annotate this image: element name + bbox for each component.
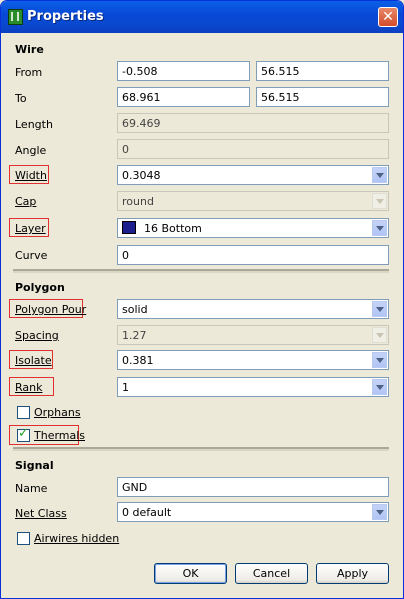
rank-label: Rank bbox=[15, 381, 42, 394]
wire-section-title: Wire bbox=[15, 43, 44, 56]
curve-label: Curve bbox=[15, 249, 48, 262]
angle-field: 0 bbox=[117, 139, 389, 159]
separator bbox=[13, 269, 389, 273]
name-label: Name bbox=[15, 482, 48, 495]
isolate-label-text: Isolate bbox=[15, 354, 52, 367]
name-input[interactable]: GND bbox=[117, 477, 389, 497]
chevron-down-icon[interactable] bbox=[372, 352, 387, 368]
polygon-section-title: Polygon bbox=[15, 281, 65, 294]
spacing-value: 1.27 bbox=[122, 329, 147, 342]
airwires-hidden-label-text: Airwires hidden bbox=[34, 532, 120, 545]
chevron-down-icon[interactable] bbox=[372, 504, 387, 520]
spacing-label: Spacing bbox=[15, 329, 59, 342]
chevron-down-icon[interactable] bbox=[372, 301, 387, 317]
cancel-button[interactable]: Cancel bbox=[235, 563, 308, 584]
layer-combo[interactable]: 16 Bottom bbox=[117, 218, 389, 238]
to-label: To bbox=[15, 92, 27, 105]
netclass-label: Net Class bbox=[15, 507, 67, 520]
window-title: Properties bbox=[27, 9, 104, 24]
isolate-value: 0.381 bbox=[122, 354, 154, 367]
width-label-text: Width bbox=[15, 169, 47, 182]
layer-label: Layer bbox=[15, 222, 46, 235]
angle-label: Angle bbox=[15, 144, 47, 157]
isolate-combo[interactable]: 0.381 bbox=[117, 350, 389, 370]
cap-combo: round bbox=[117, 191, 389, 211]
checkmark-icon: ✓ bbox=[18, 426, 29, 441]
polygon-pour-combo[interactable]: solid bbox=[117, 299, 389, 319]
thermals-label: Thermals bbox=[34, 429, 85, 442]
to-x-input[interactable]: 68.961 bbox=[117, 87, 250, 107]
chevron-down-icon[interactable] bbox=[372, 167, 387, 183]
width-combo[interactable]: 0.3048 bbox=[117, 165, 389, 185]
cap-label-text: Cap bbox=[15, 195, 37, 208]
width-label: Width bbox=[15, 169, 47, 182]
signal-section-title: Signal bbox=[15, 459, 54, 472]
polygon-pour-label-text: Polygon Pour bbox=[15, 303, 87, 316]
netclass-label-text: Net Class bbox=[15, 507, 67, 520]
close-button[interactable]: ✕ bbox=[378, 7, 398, 27]
curve-input[interactable]: 0 bbox=[117, 245, 389, 265]
length-field: 69.469 bbox=[117, 113, 389, 133]
orphans-checkbox[interactable] bbox=[17, 406, 30, 419]
thermals-label-text: Thermals bbox=[34, 429, 86, 442]
chevron-down-icon bbox=[372, 193, 387, 209]
chevron-down-icon bbox=[372, 327, 387, 343]
spacing-combo: 1.27 bbox=[117, 325, 389, 345]
netclass-combo[interactable]: 0 default bbox=[117, 502, 389, 522]
ok-button[interactable]: OK bbox=[154, 563, 227, 584]
length-label: Length bbox=[15, 118, 53, 131]
cap-label: Cap bbox=[15, 195, 36, 208]
to-y-input[interactable]: 56.515 bbox=[256, 87, 389, 107]
properties-dialog: Properties ✕ Wire From -0.508 56.515 To … bbox=[0, 0, 404, 599]
polygon-pour-value: solid bbox=[122, 303, 148, 316]
isolate-label: Isolate bbox=[15, 354, 52, 367]
app-icon bbox=[8, 9, 23, 25]
rank-label-text: Rank bbox=[15, 381, 43, 394]
orphans-label: Orphans bbox=[34, 406, 81, 419]
width-value: 0.3048 bbox=[122, 169, 161, 182]
from-label: From bbox=[15, 66, 43, 79]
orphans-label-text: Orphans bbox=[34, 406, 81, 419]
rank-combo[interactable]: 1 bbox=[117, 377, 389, 397]
rank-value: 1 bbox=[122, 381, 129, 394]
from-y-input[interactable]: 56.515 bbox=[256, 61, 389, 81]
chevron-down-icon[interactable] bbox=[372, 379, 387, 395]
from-x-input[interactable]: -0.508 bbox=[117, 61, 250, 81]
airwires-hidden-checkbox[interactable] bbox=[17, 532, 30, 545]
apply-button[interactable]: Apply bbox=[316, 563, 389, 584]
layer-label-text: Layer bbox=[15, 222, 46, 235]
netclass-value: 0 default bbox=[122, 506, 172, 519]
chevron-down-icon[interactable] bbox=[372, 220, 387, 236]
layer-value: 16 Bottom bbox=[144, 222, 202, 235]
spacing-label-text: Spacing bbox=[15, 329, 59, 342]
separator bbox=[13, 447, 389, 451]
title-bar[interactable]: Properties ✕ bbox=[1, 1, 403, 33]
cap-value: round bbox=[122, 195, 154, 208]
airwires-hidden-label: Airwires hidden bbox=[34, 532, 119, 545]
thermals-checkbox[interactable]: ✓ bbox=[17, 426, 30, 442]
polygon-pour-label: Polygon Pour bbox=[15, 303, 86, 316]
layer-color-swatch bbox=[122, 221, 136, 234]
